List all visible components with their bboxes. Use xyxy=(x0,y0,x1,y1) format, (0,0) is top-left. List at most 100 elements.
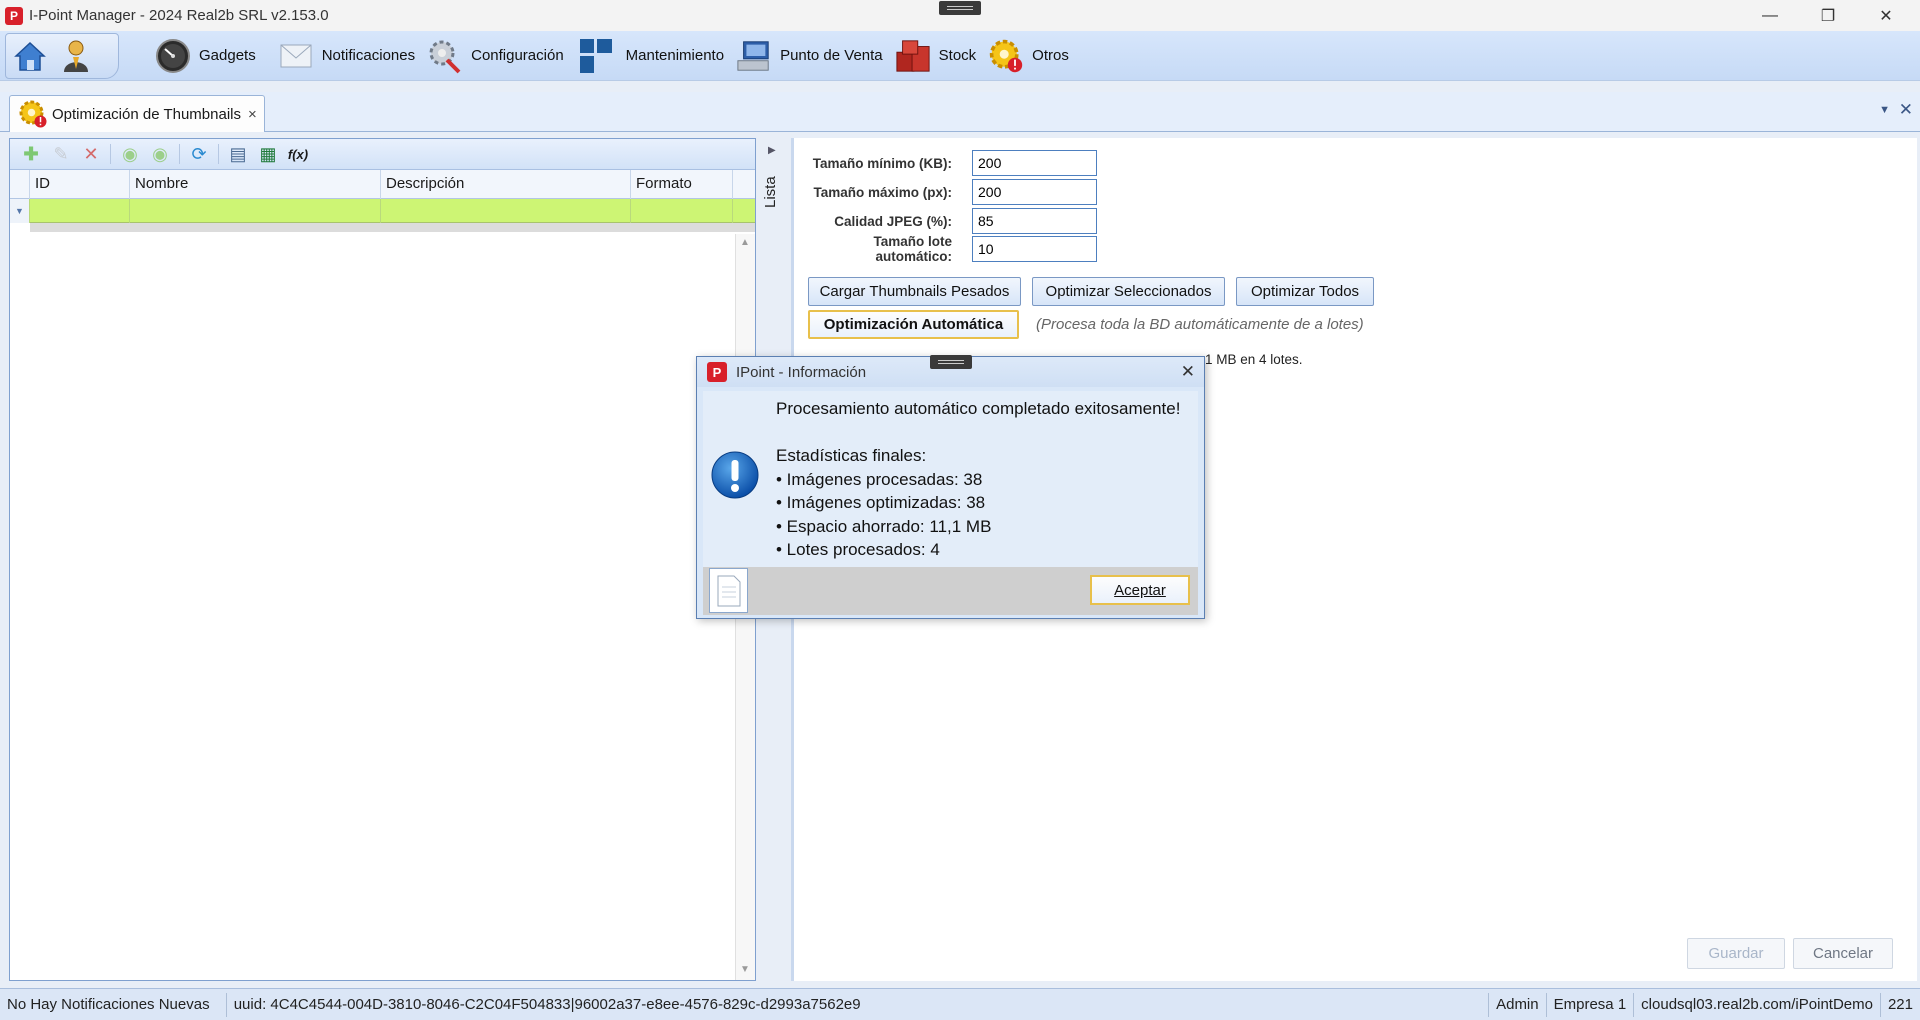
dialog-title: IPoint - Información xyxy=(736,363,867,381)
min-size-field[interactable] xyxy=(972,150,1097,176)
menu-otros[interactable]: Otros xyxy=(988,34,1069,78)
details-document-icon[interactable] xyxy=(709,568,748,613)
app-logo-icon: P xyxy=(707,362,727,382)
close-all-tabs-icon[interactable]: ✕ xyxy=(1899,100,1913,120)
restore-button[interactable]: ❐ xyxy=(1799,0,1857,31)
optimize-selected-button[interactable]: Optimizar Seleccionados xyxy=(1032,277,1225,306)
status-company: Empresa 1 xyxy=(1547,992,1635,1017)
dialog-close-button[interactable]: ✕ xyxy=(1181,362,1195,382)
drag-handle-icon[interactable] xyxy=(930,355,972,369)
jpeg-quality-field[interactable] xyxy=(972,208,1097,234)
accept-button[interactable]: Aceptar xyxy=(1090,575,1190,605)
cancel-button[interactable]: Cancelar xyxy=(1793,938,1893,969)
app-logo-icon: P xyxy=(5,6,23,25)
add-icon[interactable]: ✚ xyxy=(20,143,42,165)
row-indicator-header xyxy=(10,170,30,199)
menu-punto-de-venta-label: Punto de Venta xyxy=(780,47,883,64)
status-extra: 221 xyxy=(1887,996,1913,1013)
status-bar: No Hay Notificaciones Nuevas uuid: 4C4C4… xyxy=(0,988,1920,1020)
batch-size-row: Tamaño lote automático: xyxy=(794,234,1097,264)
document-tabstrip: Optimización de Thumbnails × ▼ ✕ xyxy=(0,92,1920,132)
result-summary-text: 1 MB en 4 lotes. xyxy=(1205,352,1303,367)
new-row-cell[interactable] xyxy=(631,199,733,223)
tab-optimizacion-thumbnails[interactable]: Optimización de Thumbnails × xyxy=(9,95,265,132)
status-uuid: uuid: 4C4C4544-004D-3810-8046-C2C04F5048… xyxy=(227,992,1490,1017)
column-header-formato[interactable]: Formato xyxy=(631,170,733,199)
close-window-button[interactable]: ✕ xyxy=(1857,0,1915,31)
minimize-button[interactable]: — xyxy=(1741,0,1799,31)
window-title: I-Point Manager - 2024 Real2b SRL v2.153… xyxy=(29,7,329,24)
envelope-icon xyxy=(278,38,314,74)
new-row-cell[interactable] xyxy=(130,199,381,223)
expand-arrow-icon[interactable]: ▶ xyxy=(768,145,776,156)
gear-alert-icon xyxy=(18,99,48,129)
grid-group-row xyxy=(30,223,755,232)
auto-optimize-button[interactable]: Optimización Automática xyxy=(808,310,1019,339)
max-size-label: Tamaño máximo (px): xyxy=(813,184,952,200)
batch-size-field[interactable] xyxy=(972,236,1097,262)
menu-configuracion-label: Configuración xyxy=(471,47,564,64)
tab-close-icon[interactable]: × xyxy=(248,106,257,123)
optimize-all-button[interactable]: Optimizar Todos xyxy=(1236,277,1374,306)
home-tab-group xyxy=(5,32,119,79)
menu-punto-de-venta[interactable]: Punto de Venta xyxy=(736,34,883,78)
pos-terminal-icon xyxy=(736,38,772,74)
move-up-icon[interactable]: ◉ xyxy=(119,143,141,165)
toolbar-divider xyxy=(218,144,219,164)
jpeg-quality-row: Calidad JPEG (%): xyxy=(794,208,1097,234)
delete-icon[interactable]: ✕ xyxy=(80,143,102,165)
jpeg-quality-label: Calidad JPEG (%): xyxy=(834,213,952,229)
column-header-nombre[interactable]: Nombre xyxy=(130,170,381,199)
grid-new-row[interactable]: ▼ xyxy=(10,199,755,223)
menu-gadgets[interactable]: Gadgets xyxy=(155,34,256,78)
move-down-icon[interactable]: ◉ xyxy=(149,143,171,165)
dialog-footer: Aceptar xyxy=(703,567,1198,615)
menu-configuracion[interactable]: Configuración xyxy=(427,34,564,78)
status-notifications[interactable]: No Hay Notificaciones Nuevas xyxy=(0,992,227,1017)
user-icon[interactable] xyxy=(56,36,96,76)
menu-gadgets-label: Gadgets xyxy=(199,47,256,64)
information-dialog: P IPoint - Información ✕ Procesamiento a… xyxy=(696,355,1205,619)
max-size-row: Tamaño máximo (px): xyxy=(794,179,1097,205)
refresh-icon[interactable]: ⟳ xyxy=(188,143,210,165)
scroll-up-icon[interactable]: ▲ xyxy=(740,237,750,248)
max-size-field[interactable] xyxy=(972,179,1097,205)
new-row-cell[interactable] xyxy=(381,199,631,223)
column-header-id[interactable]: ID xyxy=(30,170,130,199)
min-size-row: Tamaño mínimo (KB): xyxy=(794,150,1097,176)
tab-list-dropdown-icon[interactable]: ▼ xyxy=(1879,104,1890,116)
save-button[interactable]: Guardar xyxy=(1687,938,1785,969)
drag-handle-icon[interactable] xyxy=(939,1,981,15)
column-header-descripcion[interactable]: Descripción xyxy=(381,170,631,199)
status-server: cloudsql03.real2b.com/iPointDemo xyxy=(1634,992,1881,1017)
gauge-icon xyxy=(155,38,191,74)
toolbar-divider xyxy=(110,144,111,164)
export-excel-icon[interactable]: ▦ xyxy=(257,143,279,165)
list-panel: ✚ ✎ ✕ ◉ ◉ ⟳ ▤ ▦ f(x) ID Nombre Descripci… xyxy=(9,138,756,981)
menu-stock[interactable]: Stock xyxy=(895,34,976,78)
formula-icon[interactable]: f(x) xyxy=(287,143,309,165)
new-row-cell[interactable] xyxy=(30,199,130,223)
gear-alert-icon xyxy=(988,38,1024,74)
menu-notificaciones[interactable]: Notificaciones xyxy=(278,34,415,78)
menu-mantenimiento[interactable]: Mantenimiento xyxy=(578,34,724,78)
information-exclamation-icon xyxy=(711,451,759,499)
edit-icon[interactable]: ✎ xyxy=(50,143,72,165)
min-size-label: Tamaño mínimo (KB): xyxy=(812,155,952,171)
row-indicator-icon: ▼ xyxy=(10,199,30,223)
home-icon[interactable] xyxy=(10,36,50,76)
auto-optimize-hint: (Procesa toda la BD automáticamente de a… xyxy=(1036,316,1364,333)
menu-otros-label: Otros xyxy=(1032,47,1069,64)
wrench-gear-icon xyxy=(427,38,463,74)
dialog-body: Procesamiento automático completado exit… xyxy=(703,391,1198,567)
grid-toolbar: ✚ ✎ ✕ ◉ ◉ ⟳ ▤ ▦ f(x) xyxy=(10,139,755,170)
scroll-down-icon[interactable]: ▼ xyxy=(740,964,750,975)
load-heavy-thumbnails-button[interactable]: Cargar Thumbnails Pesados xyxy=(808,277,1021,306)
status-user: Admin xyxy=(1489,992,1547,1017)
export-document-icon[interactable]: ▤ xyxy=(227,143,249,165)
blocks-icon xyxy=(578,38,614,74)
menu-mantenimiento-label: Mantenimiento xyxy=(625,47,725,64)
main-menubar: Gadgets Notificaciones Configuración Man… xyxy=(0,31,1920,81)
lista-label: Lista xyxy=(762,176,779,208)
batch-size-label: Tamaño lote automático: xyxy=(873,234,952,264)
